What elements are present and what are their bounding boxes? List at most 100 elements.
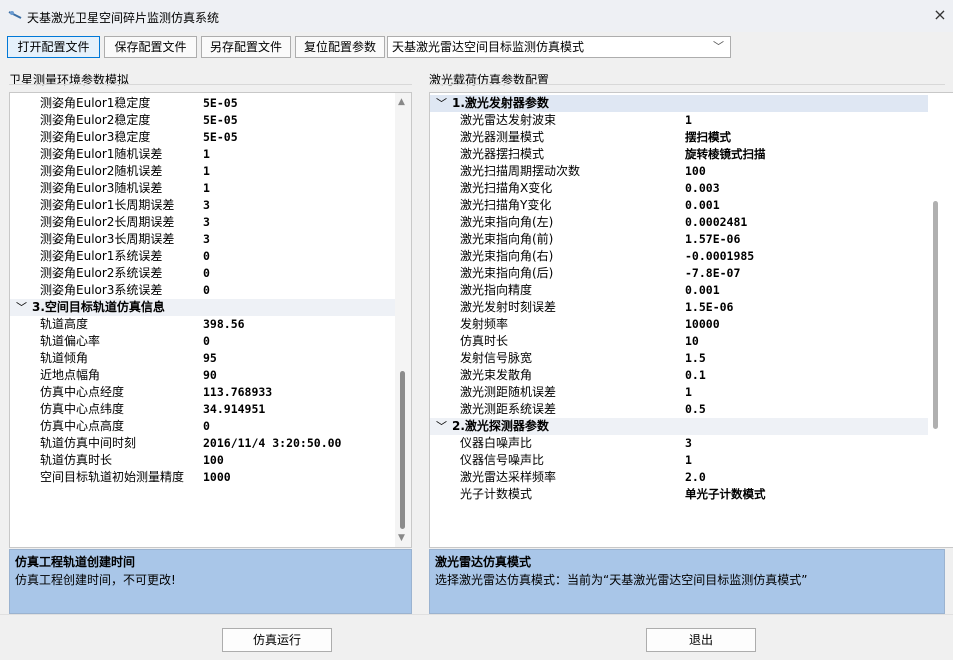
property-row[interactable]: 测姿角Eulor2系统误差 0 — [10, 265, 395, 282]
property-row[interactable]: 测姿角Eulor1稳定度 5E-05 — [10, 95, 395, 112]
property-row[interactable]: 近地点幅角 90 — [10, 367, 395, 384]
property-value[interactable]: 0.0002481 — [685, 214, 747, 231]
property-row[interactable]: 仪器白噪声比 3 — [430, 435, 928, 452]
property-value[interactable]: 0 — [203, 418, 210, 435]
property-row[interactable]: 测姿角Eulor3长周期误差 3 — [10, 231, 395, 248]
property-row[interactable]: 激光束指向角(前) 1.57E-06 — [430, 231, 928, 248]
category-row[interactable]: ﹀ 1.激光发射器参数 — [430, 95, 928, 112]
property-row[interactable]: 测姿角Eulor3随机误差 1 — [10, 180, 395, 197]
property-row[interactable]: 激光束指向角(右) -0.0001985 — [430, 248, 928, 265]
property-value[interactable]: 1.5E-06 — [685, 299, 733, 316]
property-value[interactable]: 113.768933 — [203, 384, 272, 401]
property-value[interactable]: 398.56 — [203, 316, 245, 333]
property-row[interactable]: 激光扫描周期摆动次数 100 — [430, 163, 928, 180]
property-row[interactable]: 空间目标轨道初始测量精度 1000 — [10, 469, 395, 486]
save-as-config-button[interactable]: 另存配置文件 — [201, 36, 291, 58]
property-value[interactable]: 95 — [203, 350, 217, 367]
property-value[interactable]: 旋转棱镜式扫描 — [685, 146, 766, 163]
property-value[interactable]: 1.57E-06 — [685, 231, 740, 248]
right-scrollbar-thumb[interactable] — [933, 201, 938, 429]
property-value[interactable]: 1 — [685, 112, 692, 129]
property-row[interactable]: 测姿角Eulor3稳定度 5E-05 — [10, 129, 395, 146]
property-row[interactable]: 光子计数模式 单光子计数模式 — [430, 486, 928, 503]
property-value[interactable]: -0.0001985 — [685, 248, 754, 265]
property-row[interactable]: 轨道仿真中间时刻 2016/11/4 3:20:50.00 — [10, 435, 395, 452]
property-value[interactable]: 0.003 — [685, 180, 720, 197]
property-value[interactable]: 0 — [203, 282, 210, 299]
expand-chevron-icon[interactable]: ﹀ — [436, 418, 447, 435]
property-row[interactable]: 测姿角Eulor2随机误差 1 — [10, 163, 395, 180]
satellite-env-property-grid[interactable]: 测姿角Eulor1稳定度 5E-05 测姿角Eulor2稳定度 5E-05 测姿角Eul… — [9, 92, 412, 548]
simulation-run-button[interactable]: 仿真运行 — [222, 628, 332, 652]
property-row[interactable]: 发射信号脉宽 1.5 — [430, 350, 928, 367]
property-row[interactable]: 发射频率 10000 — [430, 316, 928, 333]
property-value[interactable]: 5E-05 — [203, 129, 238, 146]
property-row[interactable]: 激光束发散角 0.1 — [430, 367, 928, 384]
property-row[interactable]: 仪器信号噪声比 1 — [430, 452, 928, 469]
property-value[interactable]: 0 — [203, 265, 210, 282]
property-row[interactable]: 测姿角Eulor2长周期误差 3 — [10, 214, 395, 231]
laser-payload-property-grid[interactable]: ﹀ 1.激光发射器参数 激光雷达发射波束 1 激光器测量模式 摆扫模式 激光器摆扫模式 旋转棱… — [429, 92, 953, 548]
save-config-button[interactable]: 保存配置文件 — [104, 36, 197, 58]
property-value[interactable]: 1 — [203, 146, 210, 163]
property-row[interactable]: 激光雷达采样频率 2.0 — [430, 469, 928, 486]
property-row[interactable]: 激光测距系统误差 0.5 — [430, 401, 928, 418]
property-value[interactable]: 摆扫模式 — [685, 129, 731, 146]
property-value[interactable]: 5E-05 — [203, 95, 238, 112]
property-row[interactable]: 测姿角Eulor3系统误差 0 — [10, 282, 395, 299]
property-row[interactable]: 轨道仿真时长 100 — [10, 452, 395, 469]
property-row[interactable]: 激光发射时刻误差 1.5E-06 — [430, 299, 928, 316]
right-scrollbar[interactable] — [928, 93, 944, 547]
scroll-down-icon[interactable]: ▼ — [398, 533, 405, 543]
property-row[interactable]: 测姿角Eulor1系统误差 0 — [10, 248, 395, 265]
category-row[interactable]: ﹀ 2.激光探测器参数 — [430, 418, 928, 435]
exit-button[interactable]: 退出 — [646, 628, 756, 652]
left-scrollbar-thumb[interactable] — [400, 371, 405, 529]
property-value[interactable]: 1 — [203, 163, 210, 180]
property-row[interactable]: 激光测距随机误差 1 — [430, 384, 928, 401]
property-row[interactable]: 激光指向精度 0.001 — [430, 282, 928, 299]
property-value[interactable]: 1.5 — [685, 350, 706, 367]
property-value[interactable]: 100 — [203, 452, 224, 469]
close-button[interactable]: × — [931, 6, 949, 24]
property-row[interactable]: 仿真中心点经度 113.768933 — [10, 384, 395, 401]
property-value[interactable]: 1 — [685, 384, 692, 401]
expand-chevron-icon[interactable]: ﹀ — [436, 95, 447, 112]
property-value[interactable]: 3 — [203, 231, 210, 248]
scroll-up-icon[interactable]: ▲ — [398, 97, 405, 107]
expand-chevron-icon[interactable]: ﹀ — [16, 299, 27, 316]
property-value[interactable]: -7.8E-07 — [685, 265, 740, 282]
property-row[interactable]: 激光扫描角X变化 0.003 — [430, 180, 928, 197]
reset-config-button[interactable]: 复位配置参数 — [295, 36, 385, 58]
property-row[interactable]: 激光束指向角(左) 0.0002481 — [430, 214, 928, 231]
property-value[interactable]: 1000 — [203, 469, 231, 486]
property-value[interactable]: 单光子计数模式 — [685, 486, 766, 503]
property-row[interactable]: 测姿角Eulor2稳定度 5E-05 — [10, 112, 395, 129]
property-row[interactable]: 轨道高度 398.56 — [10, 316, 395, 333]
property-value[interactable]: 3 — [203, 197, 210, 214]
property-row[interactable]: 激光器测量模式 摆扫模式 — [430, 129, 928, 146]
property-value[interactable]: 100 — [685, 163, 706, 180]
category-row[interactable]: ﹀ 3.空间目标轨道仿真信息 — [10, 299, 395, 316]
property-row[interactable]: 轨道倾角 95 — [10, 350, 395, 367]
property-row[interactable]: 仿真中心点纬度 34.914951 — [10, 401, 395, 418]
property-value[interactable]: 90 — [203, 367, 217, 384]
property-value[interactable]: 0 — [203, 248, 210, 265]
property-row[interactable]: 激光雷达发射波束 1 — [430, 112, 928, 129]
property-value[interactable]: 3 — [685, 435, 692, 452]
property-value[interactable]: 10000 — [685, 316, 720, 333]
property-row[interactable]: 测姿角Eulor1长周期误差 3 — [10, 197, 395, 214]
property-row[interactable]: 轨道偏心率 0 — [10, 333, 395, 350]
open-config-button[interactable]: 打开配置文件 — [7, 36, 100, 58]
property-row[interactable]: 激光器摆扫模式 旋转棱镜式扫描 — [430, 146, 928, 163]
property-row[interactable]: 测姿角Eulor1随机误差 1 — [10, 146, 395, 163]
property-value[interactable]: 2.0 — [685, 469, 706, 486]
property-value[interactable]: 3 — [203, 214, 210, 231]
property-value[interactable]: 2016/11/4 3:20:50.00 — [203, 435, 341, 452]
property-row[interactable]: 激光扫描角Y变化 0.001 — [430, 197, 928, 214]
property-value[interactable]: 0.1 — [685, 367, 706, 384]
property-row[interactable]: 仿真时长 10 — [430, 333, 928, 350]
property-value[interactable]: 0.001 — [685, 197, 720, 214]
property-value[interactable]: 34.914951 — [203, 401, 265, 418]
property-row[interactable]: 激光束指向角(后) -7.8E-07 — [430, 265, 928, 282]
